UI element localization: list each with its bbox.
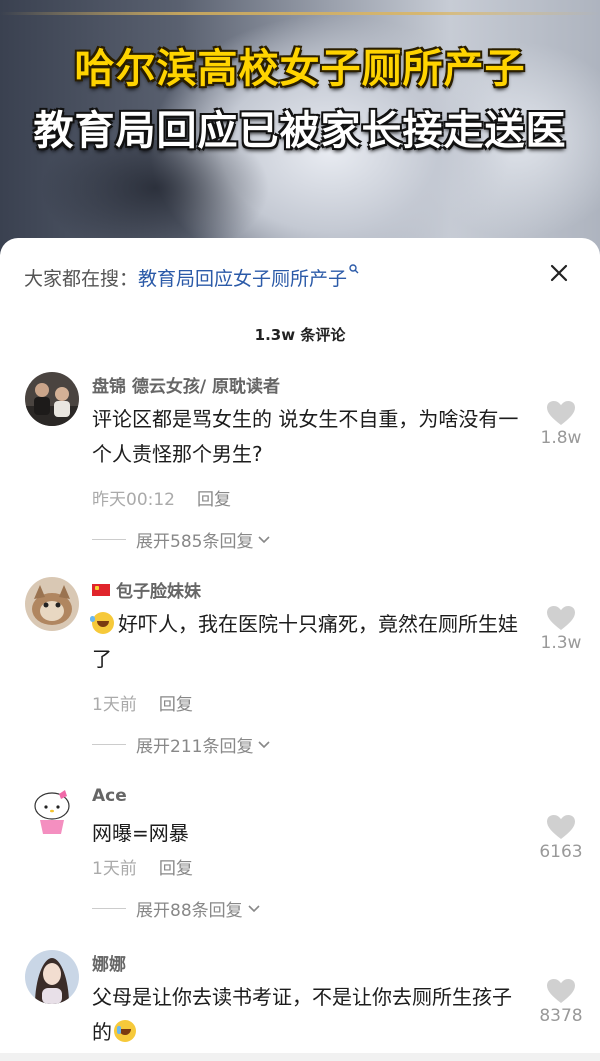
chevron-down-icon <box>257 535 271 545</box>
like-count: 1.3w <box>540 633 582 653</box>
video-headline-line2: 教育局回应已被家长接走送医 <box>33 108 567 154</box>
reply-button[interactable]: 回复 <box>159 695 193 715</box>
avatar[interactable] <box>25 950 79 1004</box>
comment-item: Ace 网曝=网暴 1天前 回复 展开88条回复 6163 <box>0 786 600 931</box>
comment-username[interactable]: 娜娜 <box>92 950 126 975</box>
search-icon <box>349 263 359 277</box>
comment-text-body: 父母是让你去读书考证，不是让你去厕所生孩子的 <box>92 985 512 1044</box>
like-count: 8378 <box>539 1006 583 1026</box>
expand-replies-label: 展开88条回复 <box>136 901 243 921</box>
heart-icon <box>547 606 575 630</box>
comment-text: 父母是让你去读书考证，不是让你去厕所生孩子的 <box>92 980 522 1050</box>
reply-button[interactable]: 回复 <box>197 490 231 510</box>
divider-dash <box>92 908 126 909</box>
search-suggestion-term[interactable]: 教育局回应女子厕所产子 <box>138 264 347 291</box>
close-icon[interactable] <box>544 258 574 288</box>
expand-replies-button[interactable]: 展开211条回复 <box>92 732 271 757</box>
chevron-down-icon <box>247 904 261 914</box>
comments-sheet: 大家都在搜： 教育局回应女子厕所产子 1.3w 条评论 盘锦 德云女孩/ 原耽读… <box>0 238 600 1061</box>
avatar[interactable] <box>25 577 79 631</box>
comment-time: 1天前 <box>92 859 137 879</box>
laughing-crying-emoji-icon <box>90 612 114 634</box>
chevron-down-icon <box>257 740 271 750</box>
comment-time: 1天前 <box>92 695 137 715</box>
expand-replies-label: 展开211条回复 <box>136 737 254 757</box>
like-button[interactable]: 1.8w <box>536 400 586 448</box>
comment-item: 盘锦 德云女孩/ 原耽读者 评论区都是骂女生的 说女生不自重，为啥没有一个人责怪… <box>0 372 600 557</box>
comment-username[interactable]: Ace <box>92 786 127 806</box>
comment-item: 包子脸妹妹 好吓人，我在医院十只痛死，竟然在厕所生娃了 1天前 回复 展开211条… <box>0 577 600 762</box>
comments-count: 1.3w 条评论 <box>254 326 346 344</box>
comment-text: 网曝=网暴 <box>92 821 189 845</box>
comment-meta: 昨天00:12 回复 <box>92 485 231 510</box>
divider-dash <box>92 539 126 540</box>
comment-text-body: 好吓人，我在医院十只痛死，竟然在厕所生娃了 <box>92 612 518 671</box>
comment-item: 娜娜 父母是让你去读书考证，不是让你去厕所生孩子的 8378 <box>0 950 600 1061</box>
heart-icon <box>547 979 575 1003</box>
comment-username-text: 包子脸妹妹 <box>116 582 201 602</box>
china-flag-icon <box>92 583 110 596</box>
comment-meta: 1天前 回复 <box>92 690 193 715</box>
heart-icon <box>547 815 575 839</box>
like-button[interactable]: 1.3w <box>536 605 586 653</box>
reply-button[interactable]: 回复 <box>159 859 193 879</box>
like-count: 6163 <box>539 842 583 862</box>
video-headline-line1: 哈尔滨高校女子厕所产子 <box>74 46 526 92</box>
search-suggestion-prefix: 大家都在搜： <box>24 267 139 290</box>
comment-username[interactable]: 包子脸妹妹 <box>92 577 201 602</box>
comment-text: 评论区都是骂女生的 说女生不自重，为啥没有一个人责怪那个男生? <box>92 407 519 466</box>
comment-username[interactable]: 盘锦 德云女孩/ 原耽读者 <box>92 372 280 397</box>
search-suggestion[interactable]: 大家都在搜： 教育局回应女子厕所产子 <box>24 262 359 292</box>
avatar[interactable] <box>25 786 79 840</box>
comment-text: 好吓人，我在医院十只痛死，竟然在厕所生娃了 <box>90 607 522 677</box>
avatar[interactable] <box>25 372 79 426</box>
expand-replies-button[interactable]: 展开88条回复 <box>92 896 261 921</box>
comment-meta: 1天前 回复 <box>92 854 193 879</box>
expand-replies-button[interactable]: 展开585条回复 <box>92 527 271 552</box>
video-player[interactable]: 哈尔滨高校女子厕所产子 教育局回应已被家长接走送医 <box>0 0 600 260</box>
expand-replies-label: 展开585条回复 <box>136 532 254 552</box>
comment-time: 昨天00:12 <box>92 490 175 510</box>
heart-icon <box>547 401 575 425</box>
like-count: 1.8w <box>540 428 582 448</box>
like-button[interactable]: 6163 <box>536 814 586 862</box>
divider-dash <box>92 744 126 745</box>
bottom-input-bar[interactable] <box>0 1053 600 1061</box>
like-button[interactable]: 8378 <box>536 978 586 1026</box>
video-top-stripe <box>0 12 600 15</box>
crying-emoji-icon <box>114 1020 136 1042</box>
